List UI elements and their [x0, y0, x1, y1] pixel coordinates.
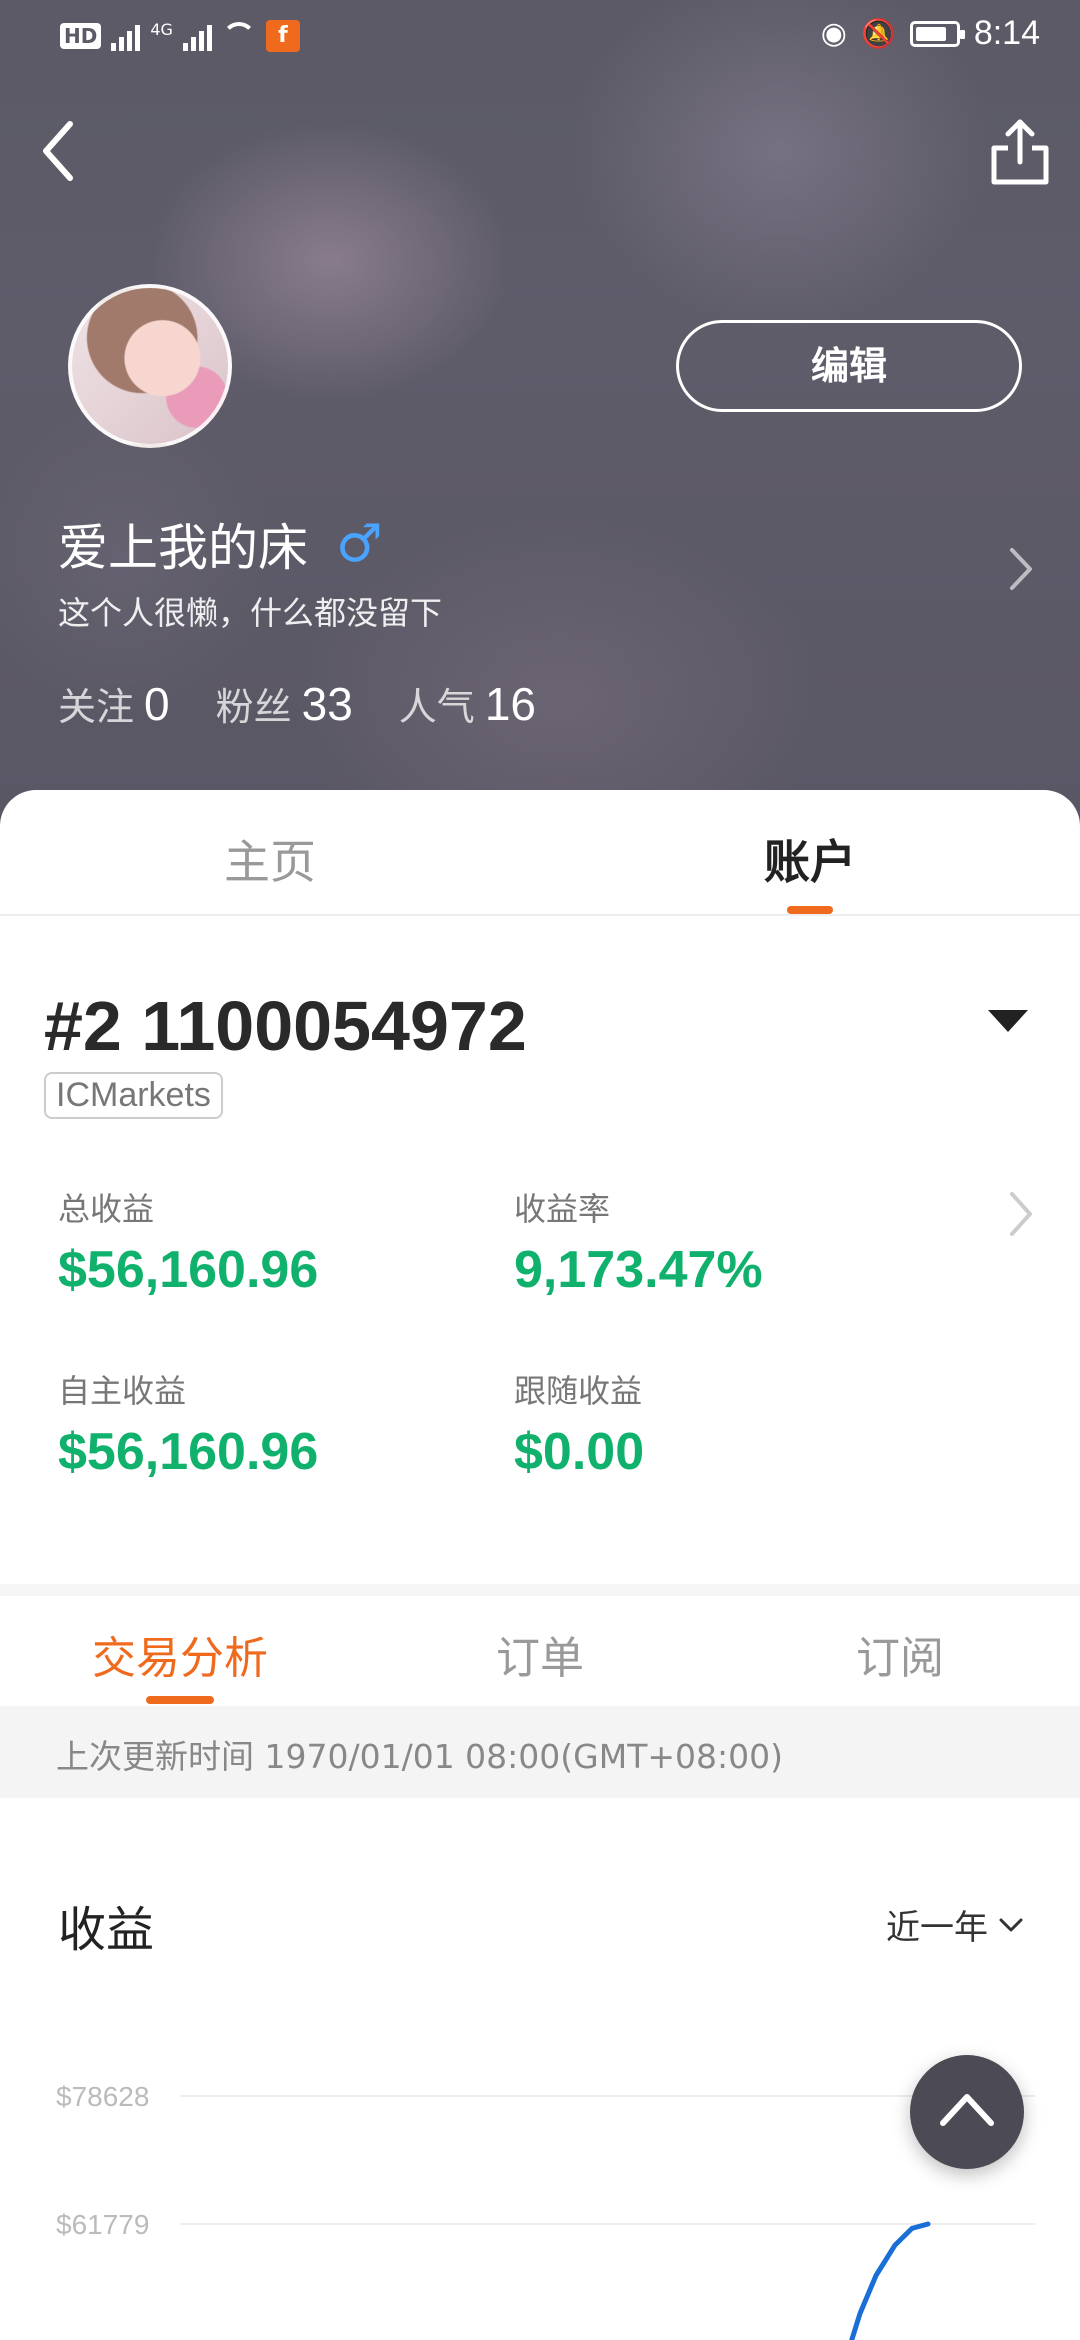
range-select-label: 近一年	[886, 1908, 988, 1948]
bio: 这个人很懒，什么都没留下	[58, 594, 443, 632]
avatar[interactable]	[68, 284, 232, 448]
share-button[interactable]	[990, 118, 1050, 186]
stat-popularity: 人气 16	[399, 676, 536, 731]
tab-active-indicator	[787, 906, 833, 914]
chevron-right-icon	[1010, 1192, 1032, 1236]
metric-return-rate: 收益率 9,173.47%	[514, 1184, 763, 1300]
tab-orders[interactable]: 订单	[390, 1622, 690, 1686]
metric-label: 自主收益	[58, 1372, 187, 1410]
chart-y-tick-label: $61779	[56, 2209, 149, 2240]
hd-badge: HD	[60, 23, 102, 49]
wifi-icon	[221, 22, 256, 50]
profit-title: 收益	[58, 1902, 155, 1958]
metrics-detail-arrow[interactable]	[1006, 1188, 1036, 1240]
metric-total-profit: 总收益 $56,160.96	[58, 1184, 318, 1300]
range-select[interactable]: 近一年	[886, 1900, 1024, 1949]
back-button[interactable]	[36, 116, 86, 186]
tab-subscriptions[interactable]: 订阅	[750, 1622, 1050, 1686]
metric-value: $56,160.96	[58, 1241, 319, 1299]
signal-icon-2	[182, 21, 212, 51]
metric-follow-profit: 跟随收益 $0.00	[514, 1366, 644, 1482]
stat-followers[interactable]: 粉丝 33	[216, 676, 353, 731]
stat-value: 16	[484, 678, 536, 730]
metric-label: 跟随收益	[514, 1372, 643, 1410]
edit-button[interactable]: 编辑	[676, 320, 1022, 412]
profit-chart-svg: $78628$61779$44930	[56, 2081, 1035, 2340]
update-bar: 上次更新时间 1970/01/01 08:00(GMT+08:00)	[0, 1706, 1080, 1798]
stat-label: 人气	[398, 685, 475, 729]
profile-detail-arrow[interactable]	[1006, 544, 1036, 594]
stat-following[interactable]: 关注 0	[58, 676, 170, 731]
stat-label: 关注	[58, 685, 135, 729]
stat-value: 33	[301, 678, 353, 730]
bell-off-icon: 🔕	[860, 17, 896, 50]
eye-icon: ◉	[820, 16, 847, 51]
profit-chart: $78628$61779$44930	[0, 2020, 1080, 2340]
chevron-up-icon	[940, 2094, 994, 2126]
metric-value: $0.00	[514, 1423, 645, 1481]
metric-label: 收益率	[514, 1190, 611, 1228]
share-icon	[991, 119, 1049, 185]
tab-trade-analysis[interactable]: 交易分析	[30, 1622, 330, 1686]
sub-tab-active-indicator	[146, 1696, 214, 1704]
metric-own-profit: 自主收益 $56,160.96	[58, 1366, 318, 1482]
profile-header: HD 4G f ◉ 🔕 8:14 编辑 爱上我的床 ♂ 这个人很懒，什么都没留下…	[0, 0, 1080, 830]
stat-label: 粉丝	[215, 685, 292, 729]
tab-account[interactable]: 账户	[660, 826, 960, 892]
profile-stats: 关注 0 粉丝 33 人气 16	[58, 676, 536, 731]
chevron-right-icon	[1010, 548, 1032, 590]
battery-icon	[909, 20, 965, 47]
chart-y-tick-label: $78628	[56, 2081, 149, 2112]
app-notification-icon: f	[265, 20, 300, 52]
top-tabs: 主页 账户	[0, 790, 1080, 916]
metric-label: 总收益	[58, 1190, 155, 1228]
stat-value: 0	[144, 678, 170, 730]
tab-home[interactable]: 主页	[120, 826, 420, 892]
account-id: #2 1100054972	[44, 987, 527, 1065]
status-bar: HD 4G f ◉ 🔕 8:14	[0, 0, 1080, 74]
scroll-to-top-button[interactable]	[910, 2055, 1024, 2169]
section-divider	[0, 1584, 1080, 1596]
nickname: 爱上我的床 ♂	[58, 508, 383, 580]
analysis-tabs: 交易分析 订单 订阅	[0, 1596, 1080, 1706]
male-icon: ♂	[336, 514, 383, 574]
signal-icon	[111, 21, 141, 51]
last-update-text: 上次更新时间 1970/01/01 08:00(GMT+08:00)	[56, 1737, 783, 1776]
clock: 8:14	[973, 14, 1040, 52]
status-right: ◉ 🔕 8:14	[821, 14, 1040, 53]
account-dropdown-icon[interactable]	[988, 1010, 1028, 1032]
chevron-left-icon	[43, 121, 73, 181]
status-left: HD 4G f	[60, 20, 300, 52]
chart-series-line	[849, 2221, 931, 2340]
metric-value: 9,173.47%	[514, 1241, 763, 1299]
nickname-text: 爱上我的床	[58, 519, 308, 577]
chevron-down-icon	[999, 1918, 1023, 1931]
metric-value: $56,160.96	[58, 1423, 319, 1481]
broker-tag: ICMarkets	[44, 1072, 223, 1119]
network-type: 4G	[150, 20, 173, 39]
